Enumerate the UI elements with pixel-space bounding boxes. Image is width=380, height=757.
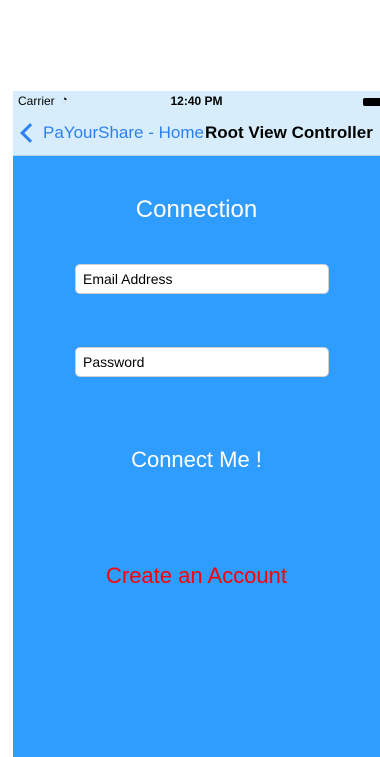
navigation-bar: PaYourShare - Home Root View Controller — [13, 111, 380, 156]
status-time: 12:40 PM — [170, 94, 223, 108]
status-bar: Carrier ◔ 12:40 PM — [13, 91, 380, 111]
page-title: Connection — [135, 196, 258, 223]
nav-title: Root View Controller — [205, 123, 373, 142]
app-screen: Carrier ◔ 12:40 PM PaYourShare - Home Ro… — [13, 91, 380, 757]
password-field[interactable] — [75, 347, 329, 377]
battery-icon — [363, 98, 380, 106]
create-account-button[interactable]: Create an Account — [13, 563, 380, 589]
back-button-label: PaYourShare - Home — [43, 123, 204, 142]
back-button[interactable]: PaYourShare - Home — [13, 111, 204, 155]
connect-button[interactable]: Connect Me ! — [13, 447, 380, 473]
email-field[interactable] — [75, 264, 329, 294]
chevron-left-icon — [20, 123, 40, 143]
